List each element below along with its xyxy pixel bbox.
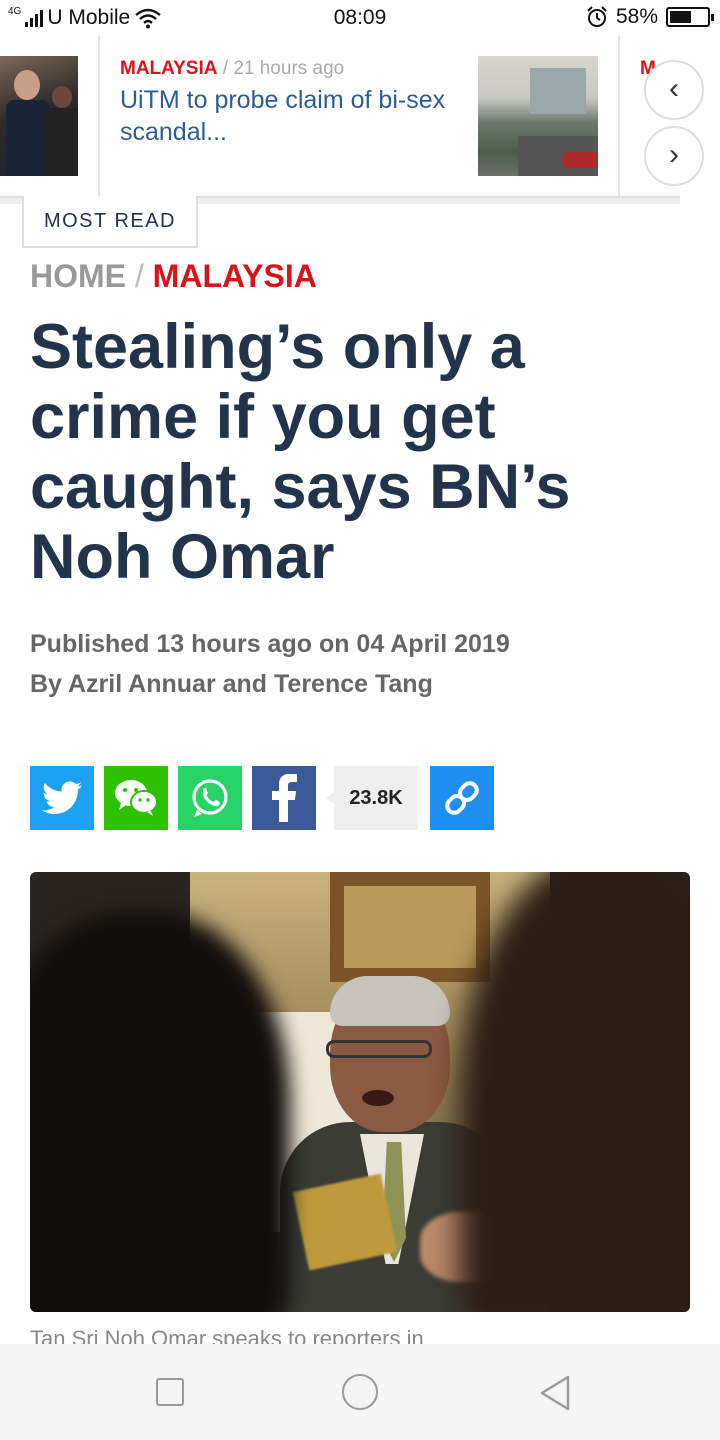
link-icon bbox=[445, 781, 479, 815]
chevron-left-icon: ‹ bbox=[669, 72, 679, 105]
back-icon[interactable] bbox=[538, 1374, 572, 1412]
breadcrumb-home[interactable]: HOME bbox=[30, 258, 126, 294]
trending-item-meta: MALAYSIA / 21 hours ago bbox=[120, 58, 465, 80]
carousel-prev-button[interactable]: ‹ bbox=[644, 60, 704, 120]
trending-item-time: 21 hours ago bbox=[233, 58, 345, 79]
chevron-right-icon: › bbox=[669, 138, 679, 171]
trending-item-category[interactable]: MALAYSIA bbox=[120, 58, 217, 79]
article-headline: Stealing’s only a crime if you get caugh… bbox=[30, 312, 571, 592]
breadcrumb-separator: / bbox=[134, 258, 144, 294]
trending-prev-thumbnail[interactable] bbox=[0, 56, 78, 176]
battery-icon bbox=[666, 7, 714, 27]
divider bbox=[98, 36, 100, 196]
breadcrumb: HOME / MALAYSIA bbox=[30, 258, 317, 295]
share-twitter-button[interactable] bbox=[30, 766, 94, 830]
recents-icon[interactable] bbox=[156, 1378, 184, 1406]
article-meta: Published 13 hours ago on 04 April 2019 … bbox=[30, 624, 510, 704]
byline: By Azril Annuar and Terence Tang bbox=[30, 670, 433, 698]
carousel-next-button[interactable]: › bbox=[644, 126, 704, 186]
battery-percent: 58% bbox=[615, 5, 658, 28]
twitter-icon bbox=[42, 781, 82, 814]
trending-strip: MALAYSIA / 21 hours ago UiTM to probe cl… bbox=[0, 36, 720, 196]
trending-item-separator: / bbox=[222, 58, 229, 79]
divider bbox=[618, 36, 620, 196]
trending-item[interactable]: MALAYSIA / 21 hours ago UiTM to probe cl… bbox=[120, 58, 465, 148]
facebook-icon bbox=[272, 774, 297, 822]
share-whatsapp-button[interactable] bbox=[178, 766, 242, 830]
trending-item-thumbnail[interactable] bbox=[478, 56, 598, 176]
trending-item-title[interactable]: UiTM to probe claim of bi-sex scandal... bbox=[120, 84, 465, 148]
share-facebook-button[interactable] bbox=[252, 766, 316, 830]
whatsapp-icon bbox=[192, 779, 228, 817]
system-nav-bar bbox=[0, 1344, 720, 1440]
wechat-icon bbox=[115, 780, 158, 816]
copy-link-button[interactable] bbox=[430, 766, 494, 830]
most-read-tab[interactable]: MOST READ bbox=[22, 196, 198, 248]
share-count: 23.8K bbox=[326, 766, 418, 830]
status-bar: 4G U Mobile 08:09 58% bbox=[0, 0, 720, 36]
breadcrumb-category[interactable]: MALAYSIA bbox=[153, 258, 317, 294]
alarm-icon bbox=[587, 6, 607, 27]
status-right: 58% bbox=[586, 5, 714, 29]
share-wechat-button[interactable] bbox=[104, 766, 168, 830]
battery-fill bbox=[670, 11, 691, 23]
home-icon[interactable] bbox=[342, 1374, 378, 1410]
published-date: Published 13 hours ago on 04 April 2019 bbox=[30, 630, 510, 658]
article-photo[interactable] bbox=[30, 872, 690, 1312]
